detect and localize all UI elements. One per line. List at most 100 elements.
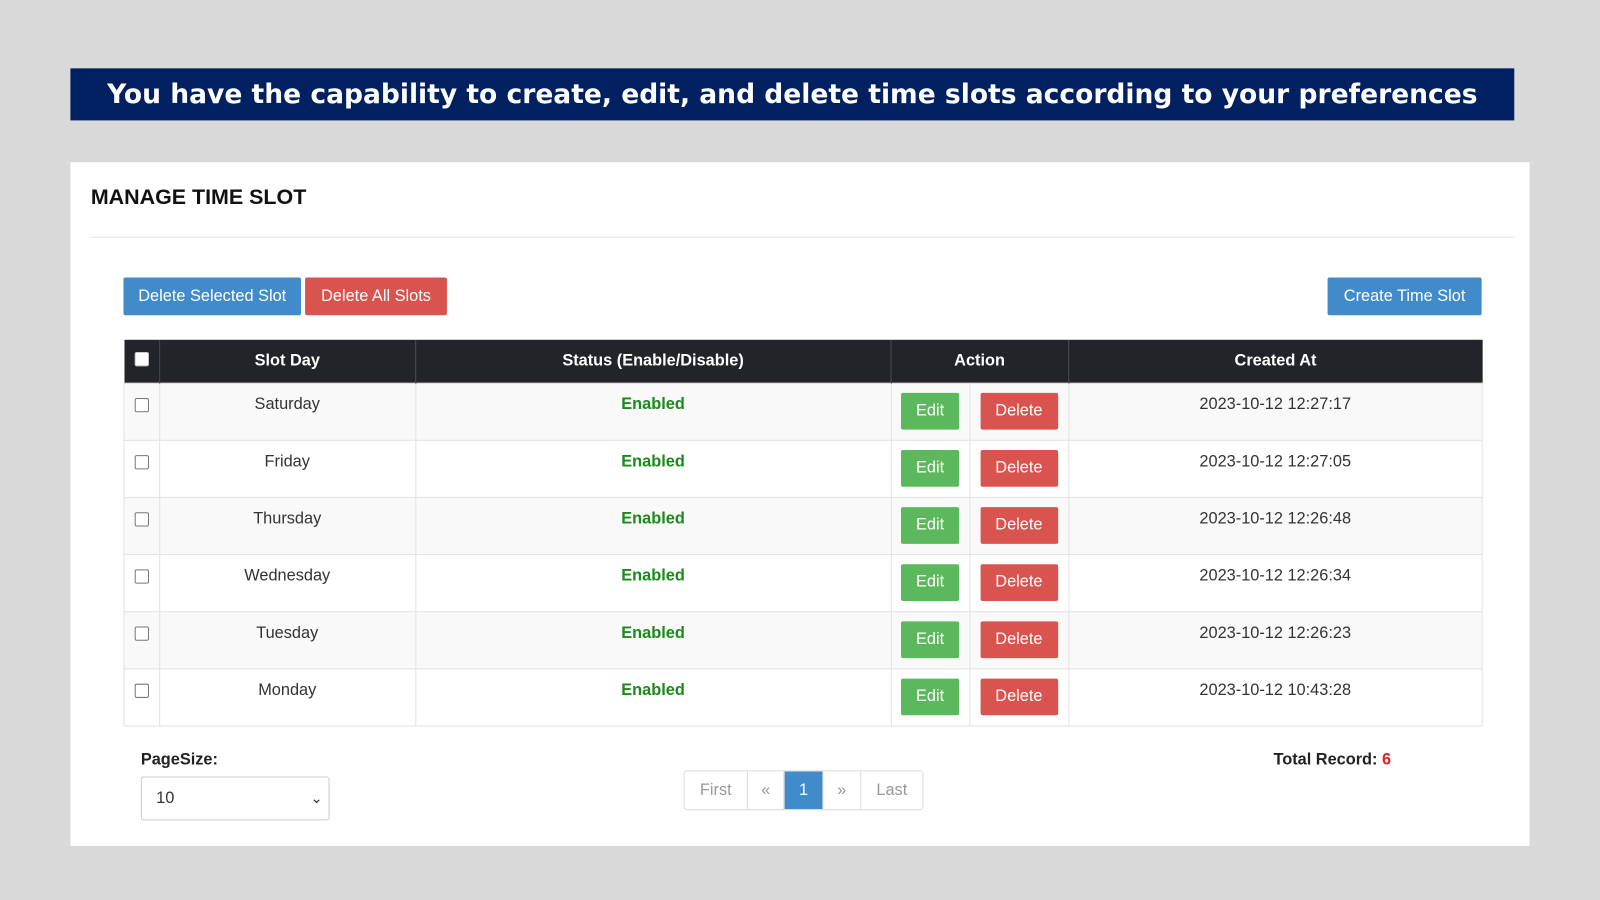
table-row: Thursday Enabled Edit Delete 2023-10-12 … [123, 496, 1483, 556]
edit-cell: Edit [890, 611, 970, 670]
page-size-value: 10 [156, 789, 175, 807]
created-at: 2023-10-12 12:27:17 [1199, 395, 1352, 414]
edit-cell: Edit [890, 382, 970, 441]
select-all-header [123, 339, 160, 384]
created-at-cell: 2023-10-12 10:43:28 [1067, 668, 1483, 727]
slot-day-cell: Saturday [158, 382, 416, 441]
slot-day: Saturday [254, 395, 320, 414]
edit-button[interactable]: Edit [901, 564, 960, 602]
divider [90, 236, 1515, 238]
slot-day: Tuesday [256, 624, 319, 642]
slot-day-cell: Thursday [158, 496, 416, 556]
status-badge: Enabled [621, 510, 685, 528]
created-at: 2023-10-12 12:26:34 [1199, 567, 1352, 585]
status-badge: Enabled [621, 624, 685, 642]
edit-button[interactable]: Edit [901, 678, 960, 716]
edit-button[interactable]: Edit [901, 621, 960, 659]
row-select-cell [123, 554, 160, 613]
status-badge: Enabled [621, 395, 685, 414]
total-record-label: Total Record: [1273, 751, 1378, 769]
table-row: Wednesday Enabled Edit Delete 2023-10-12… [123, 554, 1483, 613]
table-row: Saturday Enabled Edit Delete 2023-10-12 … [123, 382, 1483, 441]
time-slot-table: Slot Day Status (Enable/Disable) Action … [123, 339, 1483, 727]
edit-cell: Edit [890, 554, 970, 613]
delete-button[interactable]: Delete [980, 392, 1058, 430]
create-time-slot-button[interactable]: Create Time Slot [1327, 277, 1482, 316]
page-next[interactable]: » [822, 771, 860, 810]
delete-button[interactable]: Delete [980, 621, 1058, 659]
created-at-cell: 2023-10-12 12:26:48 [1067, 496, 1483, 556]
edit-cell: Edit [890, 668, 970, 727]
slot-day: Wednesday [244, 567, 331, 585]
status-badge: Enabled [621, 453, 685, 471]
status-cell: Enabled [414, 496, 892, 556]
banner: You have the capability to create, edit,… [70, 68, 1515, 121]
edit-button[interactable]: Edit [901, 449, 960, 487]
row-checkbox[interactable] [134, 683, 149, 698]
row-select-cell [123, 668, 160, 727]
row-select-cell [123, 496, 160, 556]
delete-cell: Delete [968, 668, 1069, 727]
row-select-cell [123, 611, 160, 670]
created-at-cell: 2023-10-12 12:26:34 [1067, 554, 1483, 613]
delete-cell: Delete [968, 611, 1069, 670]
status-badge: Enabled [621, 681, 685, 699]
delete-cell: Delete [968, 439, 1069, 498]
slot-day-cell: Friday [158, 439, 416, 498]
status-cell: Enabled [414, 382, 892, 441]
page-last[interactable]: Last [860, 771, 922, 810]
row-checkbox[interactable] [134, 569, 149, 584]
row-checkbox[interactable] [134, 626, 149, 641]
page-size-label: PageSize: [140, 751, 218, 769]
page-first[interactable]: First [685, 771, 747, 809]
created-at: 2023-10-12 12:26:48 [1199, 510, 1352, 528]
delete-cell: Delete [968, 382, 1069, 441]
delete-button[interactable]: Delete [980, 507, 1058, 544]
created-at-cell: 2023-10-12 12:27:17 [1067, 382, 1483, 441]
delete-cell: Delete [968, 496, 1069, 556]
slot-day: Thursday [253, 510, 322, 528]
edit-cell: Edit [890, 439, 970, 498]
delete-all-slots-button[interactable]: Delete All Slots [305, 277, 447, 316]
total-record: Total Record: 6 [1273, 751, 1391, 769]
header-created-at: Created At [1067, 339, 1483, 384]
slot-day-cell: Monday [158, 668, 416, 727]
total-record-count: 6 [1382, 751, 1392, 769]
status-cell: Enabled [414, 611, 892, 670]
slot-day: Monday [258, 681, 317, 699]
delete-button[interactable]: Delete [980, 564, 1058, 602]
page-prev[interactable]: « [746, 771, 784, 810]
delete-button[interactable]: Delete [980, 678, 1058, 716]
header-action: Action [890, 339, 1069, 384]
edit-button[interactable]: Edit [901, 507, 960, 544]
row-select-cell [123, 382, 160, 441]
page-1[interactable]: 1 [783, 771, 823, 810]
status-cell: Enabled [414, 554, 892, 613]
edit-button[interactable]: Edit [901, 392, 960, 430]
row-checkbox[interactable] [134, 455, 149, 470]
delete-selected-slot-button[interactable]: Delete Selected Slot [123, 277, 302, 316]
header-slot-day: Slot Day [158, 339, 416, 384]
page-size-select[interactable]: 10 ⌄ [140, 776, 330, 821]
created-at: 2023-10-12 12:26:23 [1199, 624, 1352, 642]
delete-button[interactable]: Delete [980, 449, 1058, 487]
status-badge: Enabled [621, 567, 685, 585]
table-row: Friday Enabled Edit Delete 2023-10-12 12… [123, 439, 1483, 498]
delete-cell: Delete [968, 554, 1069, 613]
select-all-checkbox[interactable] [134, 351, 149, 366]
status-cell: Enabled [414, 439, 892, 498]
edit-cell: Edit [890, 496, 970, 556]
page-title: MANAGE TIME SLOT [90, 185, 307, 210]
created-at: 2023-10-12 10:43:28 [1199, 681, 1352, 699]
created-at-cell: 2023-10-12 12:27:05 [1067, 439, 1483, 498]
pagination: First « 1 » Last [683, 770, 924, 811]
created-at-cell: 2023-10-12 12:26:23 [1067, 611, 1483, 670]
slot-day-cell: Tuesday [158, 611, 416, 670]
table-row: Monday Enabled Edit Delete 2023-10-12 10… [123, 668, 1483, 727]
slot-day-cell: Wednesday [158, 554, 416, 613]
row-select-cell [123, 439, 160, 498]
status-cell: Enabled [414, 668, 892, 727]
row-checkbox[interactable] [134, 512, 149, 527]
chevron-down-icon: ⌄ [310, 789, 323, 807]
row-checkbox[interactable] [134, 397, 149, 413]
